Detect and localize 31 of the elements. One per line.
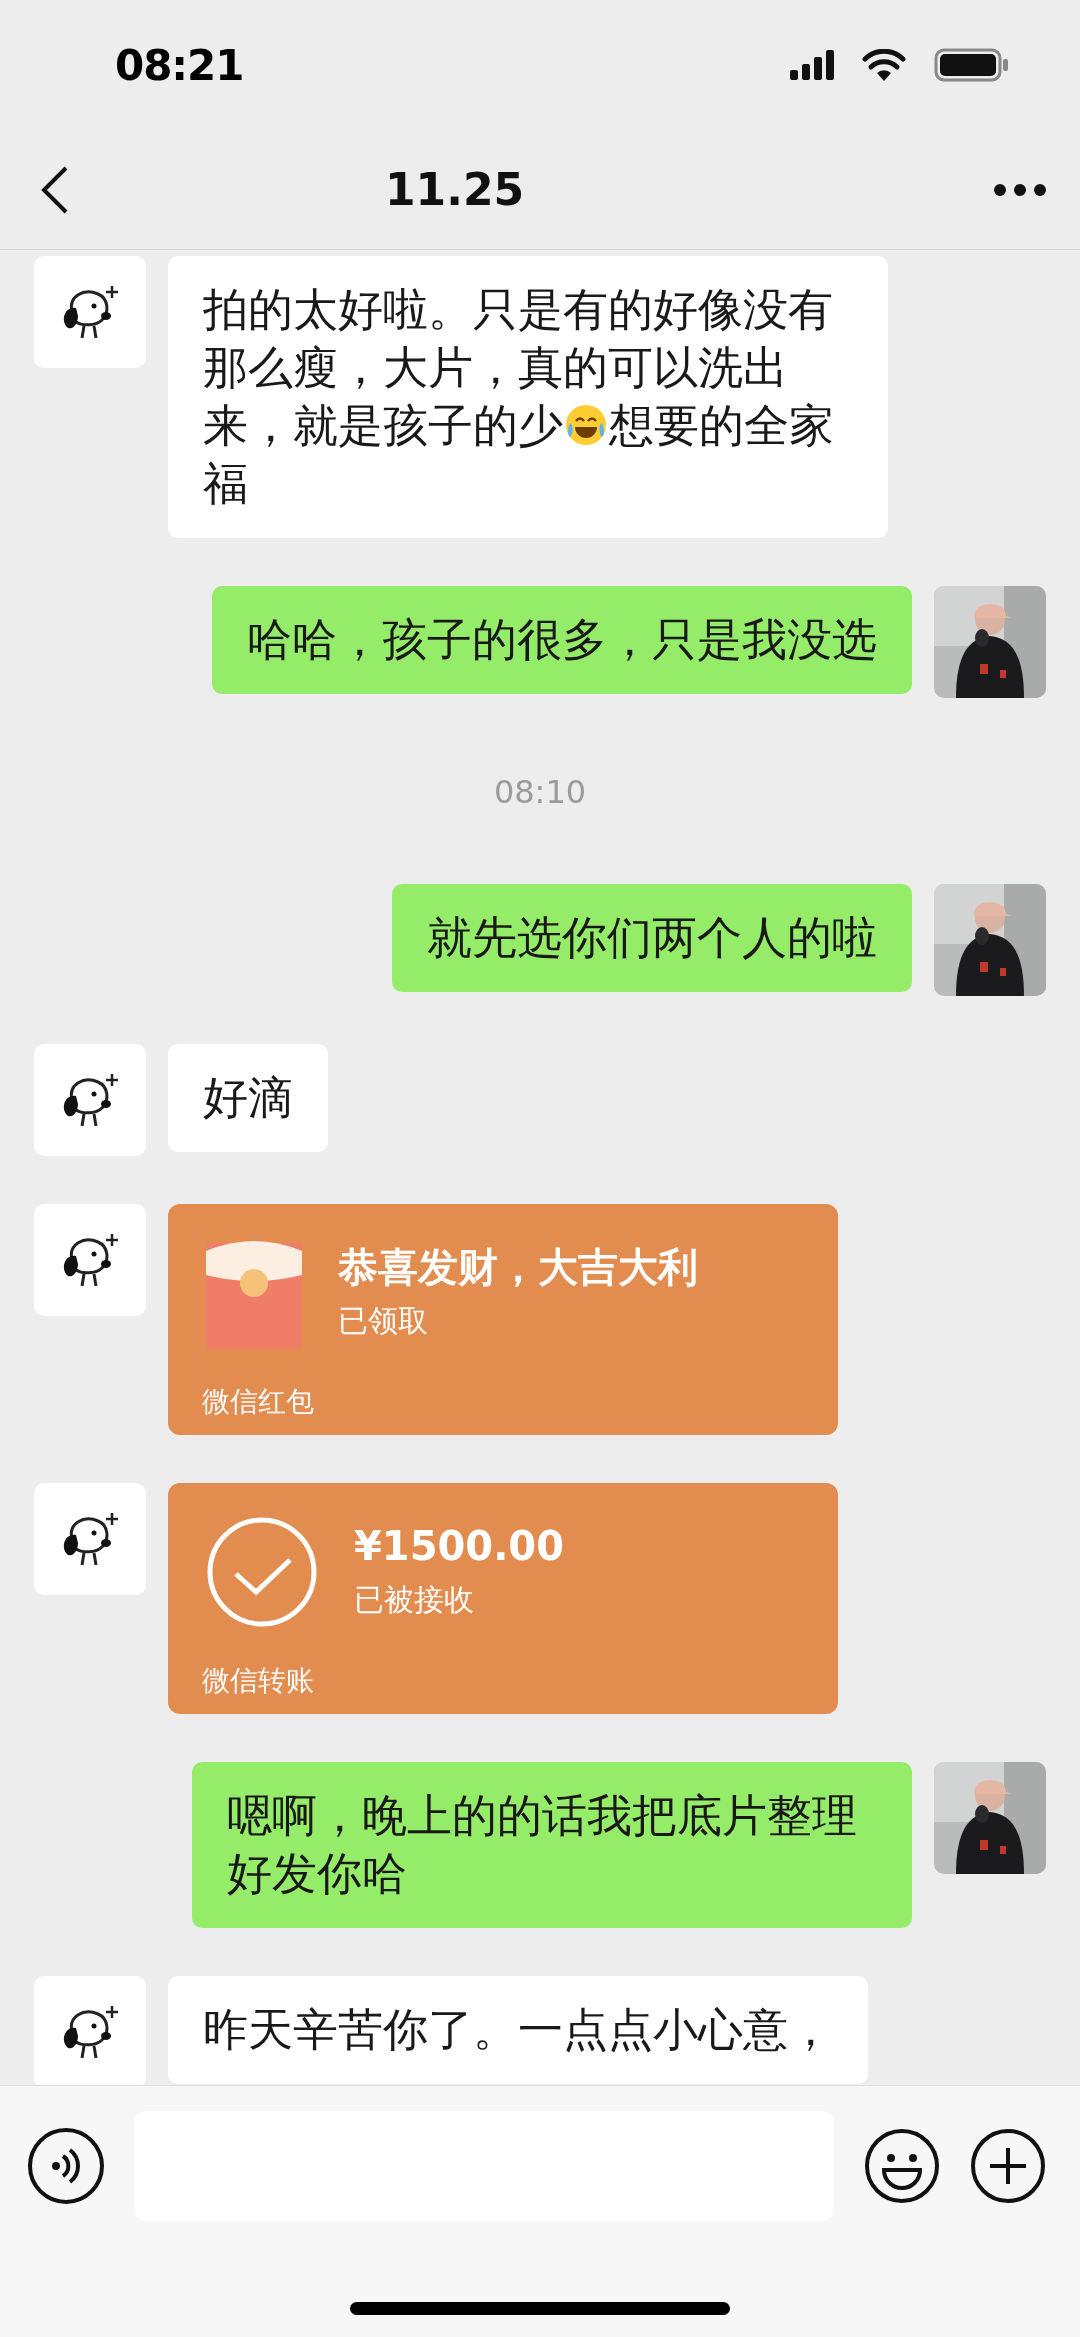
card-footer: 微信红包 bbox=[202, 1384, 314, 1420]
message-text: 想要的全家 bbox=[609, 399, 834, 452]
smiley-icon bbox=[864, 2128, 940, 2204]
card-status: 已被接收 bbox=[354, 1581, 475, 1619]
message-text: 昨天辛苦你了。一点点小心意， bbox=[203, 2002, 833, 2058]
signal-icon bbox=[790, 50, 834, 80]
card-footer: 微信转账 bbox=[202, 1663, 314, 1699]
message-text: 来，就是孩子的少 bbox=[203, 399, 563, 452]
check-circle-icon bbox=[206, 1516, 318, 1628]
battery-icon bbox=[934, 48, 1010, 82]
message-text: 福 bbox=[203, 456, 249, 512]
card-status: 已领取 bbox=[338, 1302, 429, 1340]
voice-button[interactable] bbox=[28, 2128, 104, 2204]
message-text: 就先选你们两个人的啦 bbox=[427, 910, 877, 966]
more-icon bbox=[993, 182, 1047, 197]
emoji-button[interactable] bbox=[864, 2128, 940, 2204]
status-time: 08:21 bbox=[115, 39, 244, 92]
card-title: ¥1500.00 bbox=[354, 1522, 565, 1571]
plus-icon bbox=[970, 2128, 1046, 2204]
message-text: 哈哈，孩子的很多，只是我没选 bbox=[247, 612, 877, 668]
wifi-icon bbox=[862, 49, 906, 81]
chat-title: 11.25 bbox=[385, 163, 525, 215]
transfer-card[interactable]: ¥1500.00 已被接收 微信转账 bbox=[168, 1483, 838, 1714]
gift-envelope-card[interactable]: 恭喜发财，大吉大利 已领取 微信红包 bbox=[168, 1204, 838, 1435]
message-text: 嗯啊，晚上的的话我把底片整理好发你哈 bbox=[227, 1788, 858, 1902]
message-text: 好滴 bbox=[203, 1070, 293, 1126]
laughing-emoji-icon bbox=[564, 403, 608, 447]
add-button[interactable] bbox=[970, 2128, 1046, 2204]
timestamp: 08:10 bbox=[493, 772, 587, 813]
message-text: 拍的太好啦。只是有的好像没有那么瘦，大片，真的可以洗出 bbox=[203, 282, 834, 396]
card-title: 恭喜发财，大吉大利 bbox=[338, 1243, 698, 1292]
